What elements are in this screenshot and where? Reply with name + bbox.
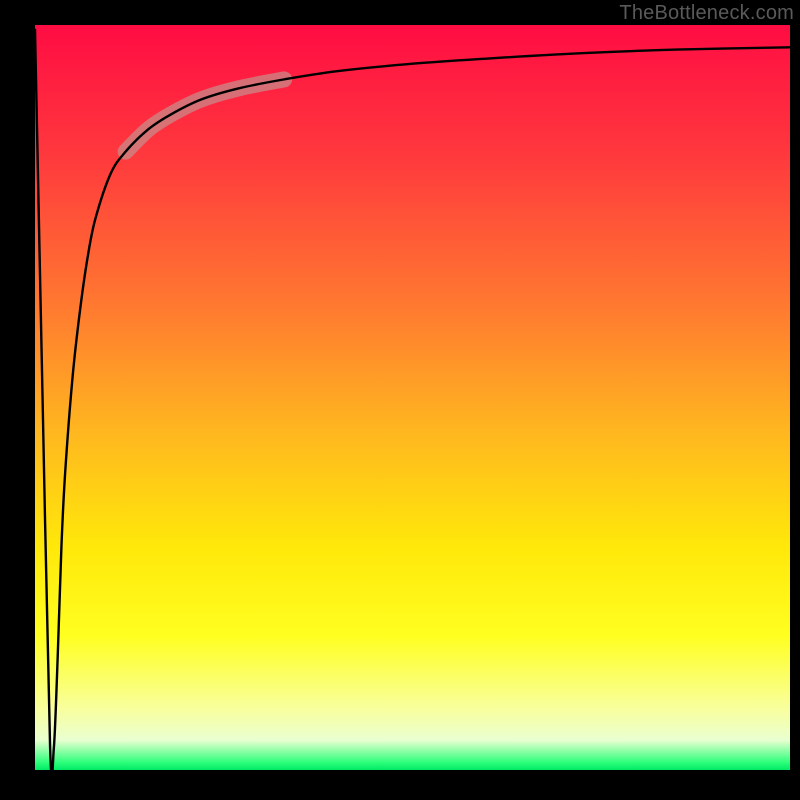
chart-frame: TheBottleneck.com [0,0,800,800]
attribution-label: TheBottleneck.com [619,2,794,25]
chart-svg [35,25,790,770]
bottleneck-curve [35,29,790,777]
curve-highlight-segment [126,79,285,151]
